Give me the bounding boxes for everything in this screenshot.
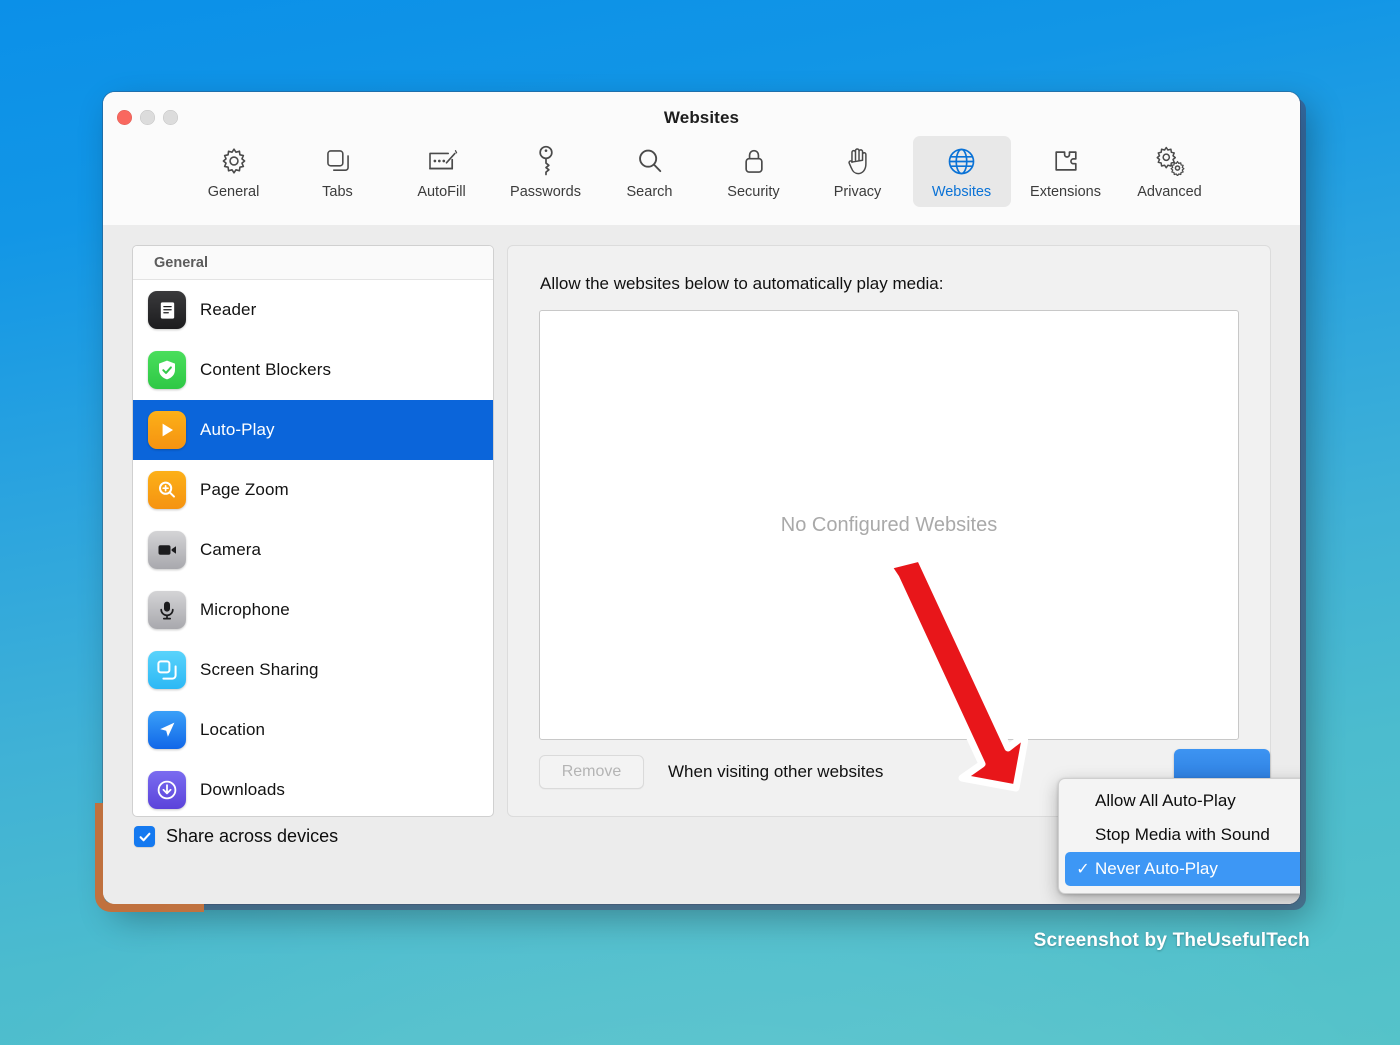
hand-icon (845, 144, 871, 178)
toolbar-label: Tabs (322, 184, 353, 200)
auto-play-dropdown-menu[interactable]: Allow All Auto-Play Stop Media with Soun… (1058, 778, 1300, 894)
reader-icon (148, 291, 186, 329)
sidebar-item-label: Screen Sharing (200, 660, 319, 679)
toolbar-item-tabs[interactable]: Tabs (289, 136, 387, 207)
share-across-devices-checkbox[interactable] (134, 826, 155, 847)
sidebar-item-label: Page Zoom (200, 480, 289, 499)
menu-check-mark: ✓ (1076, 861, 1090, 878)
safari-preferences-window: Websites General Tabs AutoFill Passwords… (95, 92, 1300, 912)
camera-icon (148, 531, 186, 569)
toolbar-label: Extensions (1030, 184, 1101, 200)
window-title: Websites (663, 108, 740, 127)
magnifier-plus-icon (148, 471, 186, 509)
sidebar-item-reader[interactable]: Reader (133, 280, 493, 340)
toolbar-item-extensions[interactable]: Extensions (1017, 136, 1115, 207)
watermark-text: Screenshot by TheUsefulTech (1033, 930, 1310, 951)
toolbar-item-general[interactable]: General (185, 136, 283, 207)
sidebar-item-label: Auto-Play (200, 420, 275, 439)
sidebar-item-label: Content Blockers (200, 360, 332, 379)
menu-item-never-auto-play[interactable]: ✓ Never Auto-Play (1065, 852, 1300, 886)
microphone-icon (148, 591, 186, 629)
menu-item-label: Allow All Auto-Play (1095, 791, 1236, 810)
sidebar-item-content-blockers[interactable]: Content Blockers (133, 340, 493, 400)
toolbar-item-security[interactable]: Security (705, 136, 803, 207)
toolbar-item-passwords[interactable]: Passwords (497, 136, 595, 207)
search-icon (635, 144, 665, 178)
toolbar-item-websites[interactable]: Websites (912, 136, 1011, 207)
toolbar-label: AutoFill (417, 184, 466, 200)
puzzle-icon (1051, 144, 1081, 178)
empty-state-label: No Configured Websites (780, 513, 998, 536)
shield-check-icon (148, 351, 186, 389)
when-visiting-label: When visiting other websites (668, 762, 884, 781)
toolbar-item-search[interactable]: Search (601, 136, 699, 207)
menu-item-label: Stop Media with Sound (1095, 825, 1270, 844)
window-titlebar: Websites General Tabs AutoFill Passwords… (103, 92, 1300, 226)
desktop-background: Websites General Tabs AutoFill Passwords… (0, 0, 1400, 1045)
sidebar-item-microphone[interactable]: Microphone (133, 580, 493, 640)
globe-icon (946, 144, 977, 178)
toolbar-label: Websites (931, 184, 992, 200)
sidebar-item-page-zoom[interactable]: Page Zoom (133, 460, 493, 520)
toolbar-label: General (207, 184, 260, 200)
remove-button[interactable]: Remove (539, 755, 644, 789)
key-icon (535, 144, 557, 178)
sidebar-item-label: Location (200, 720, 266, 739)
toolbar-item-autofill[interactable]: AutoFill (393, 136, 491, 207)
sidebar-item-location[interactable]: Location (133, 700, 493, 760)
sidebar-item-camera[interactable]: Camera (133, 520, 493, 580)
play-icon (148, 411, 186, 449)
lock-icon (742, 144, 766, 178)
toolbar-label: Advanced (1137, 184, 1202, 200)
toolbar-label: Privacy (833, 184, 882, 200)
gear-icon (219, 144, 249, 178)
toolbar-label: Search (626, 184, 673, 200)
toolbar-item-advanced[interactable]: Advanced (1121, 136, 1219, 207)
sidebar-item-auto-play[interactable]: Auto-Play (133, 400, 493, 460)
sidebar-item-label: Reader (200, 300, 257, 319)
location-arrow-icon (148, 711, 186, 749)
menu-item-stop-media-with-sound[interactable]: Stop Media with Sound (1065, 818, 1300, 852)
sidebar-list: Reader Content Blockers Auto-Play Page Z… (133, 280, 493, 816)
auto-play-detail-panel: Allow the websites below to automaticall… (507, 245, 1271, 817)
menu-item-label: Never Auto-Play (1095, 859, 1218, 878)
detail-panel-title: Allow the websites below to automaticall… (540, 274, 944, 293)
sidebar-section-header: General (133, 246, 493, 280)
menu-item-allow-all-auto-play[interactable]: Allow All Auto-Play (1065, 784, 1300, 818)
toolbar-label: Security (727, 184, 780, 200)
tabs-icon (324, 144, 352, 178)
sidebar-item-screen-sharing[interactable]: Screen Sharing (133, 640, 493, 700)
share-across-devices-row[interactable]: Share across devices (134, 826, 338, 847)
toolbar-label: Passwords (510, 184, 581, 200)
toolbar-item-privacy[interactable]: Privacy (809, 136, 907, 207)
screen-share-icon (148, 651, 186, 689)
sidebar-item-label: Microphone (200, 600, 290, 619)
gears-icon (1154, 144, 1186, 178)
sidebar-item-label: Downloads (200, 780, 286, 799)
sidebar-item-label: Camera (200, 540, 262, 559)
autofill-icon (426, 144, 458, 178)
configured-websites-list[interactable]: No Configured Websites (539, 310, 1239, 740)
share-across-devices-label: Share across devices (166, 826, 339, 846)
websites-category-sidebar: General Reader Content Blockers Auto-Pla… (132, 245, 494, 817)
preferences-toolbar: General Tabs AutoFill Passwords Search S… (103, 136, 1300, 207)
